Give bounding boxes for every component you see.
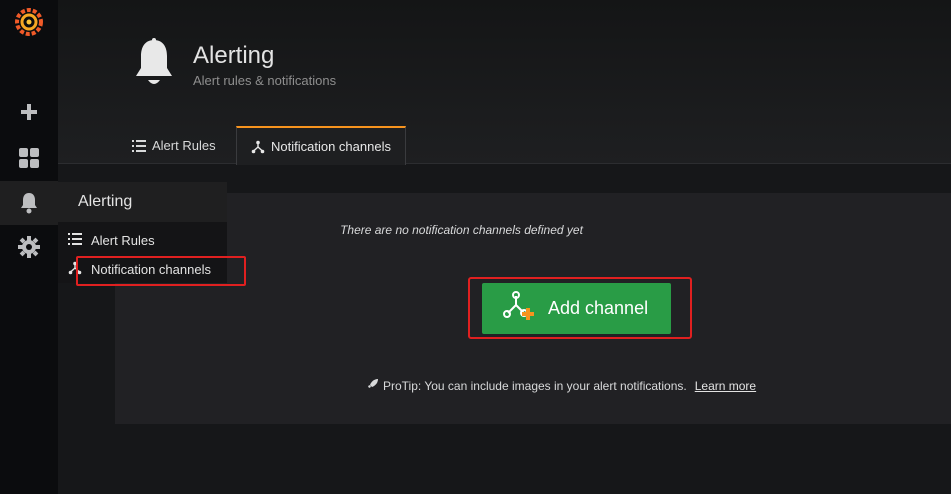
bell-icon xyxy=(133,38,175,97)
tab-label: Alert Rules xyxy=(152,138,216,153)
highlight-outline xyxy=(76,256,246,286)
app-root: Alerting Alert rules & notifications Ale… xyxy=(0,0,951,494)
learn-more-link[interactable]: Learn more xyxy=(695,379,756,393)
side-menu xyxy=(0,0,58,494)
dashboards-icon[interactable] xyxy=(0,136,58,180)
tab-label: Notification channels xyxy=(271,139,391,154)
flyout-header[interactable]: Alerting xyxy=(58,182,227,222)
page-title: Alerting xyxy=(193,42,275,69)
add-channel-icon xyxy=(502,290,536,327)
plus-icon[interactable] xyxy=(0,90,58,134)
flyout-item-alert-rules[interactable]: Alert Rules xyxy=(68,229,155,251)
protip-text: ProTip: You can include images in your a… xyxy=(383,378,687,393)
add-channel-button[interactable]: Add channel xyxy=(482,283,671,334)
empty-state-panel: There are no notification channels defin… xyxy=(115,193,951,424)
grafana-logo-icon[interactable] xyxy=(0,0,58,44)
add-channel-label: Add channel xyxy=(548,298,649,318)
channels-icon xyxy=(251,140,265,154)
page-header: Alerting Alert rules & notifications Ale… xyxy=(58,0,951,165)
tab-notification-channels[interactable]: Notification channels xyxy=(236,126,406,165)
list-icon xyxy=(132,139,146,153)
protip: ProTip: You can include images in your a… xyxy=(367,378,756,393)
bell-icon[interactable] xyxy=(0,181,58,225)
tab-alert-rules[interactable]: Alert Rules xyxy=(118,126,230,165)
rocket-icon xyxy=(367,378,379,393)
page-subtitle: Alert rules & notifications xyxy=(193,73,337,88)
flyout-item-label: Alert Rules xyxy=(91,232,155,248)
list-icon xyxy=(68,232,82,248)
